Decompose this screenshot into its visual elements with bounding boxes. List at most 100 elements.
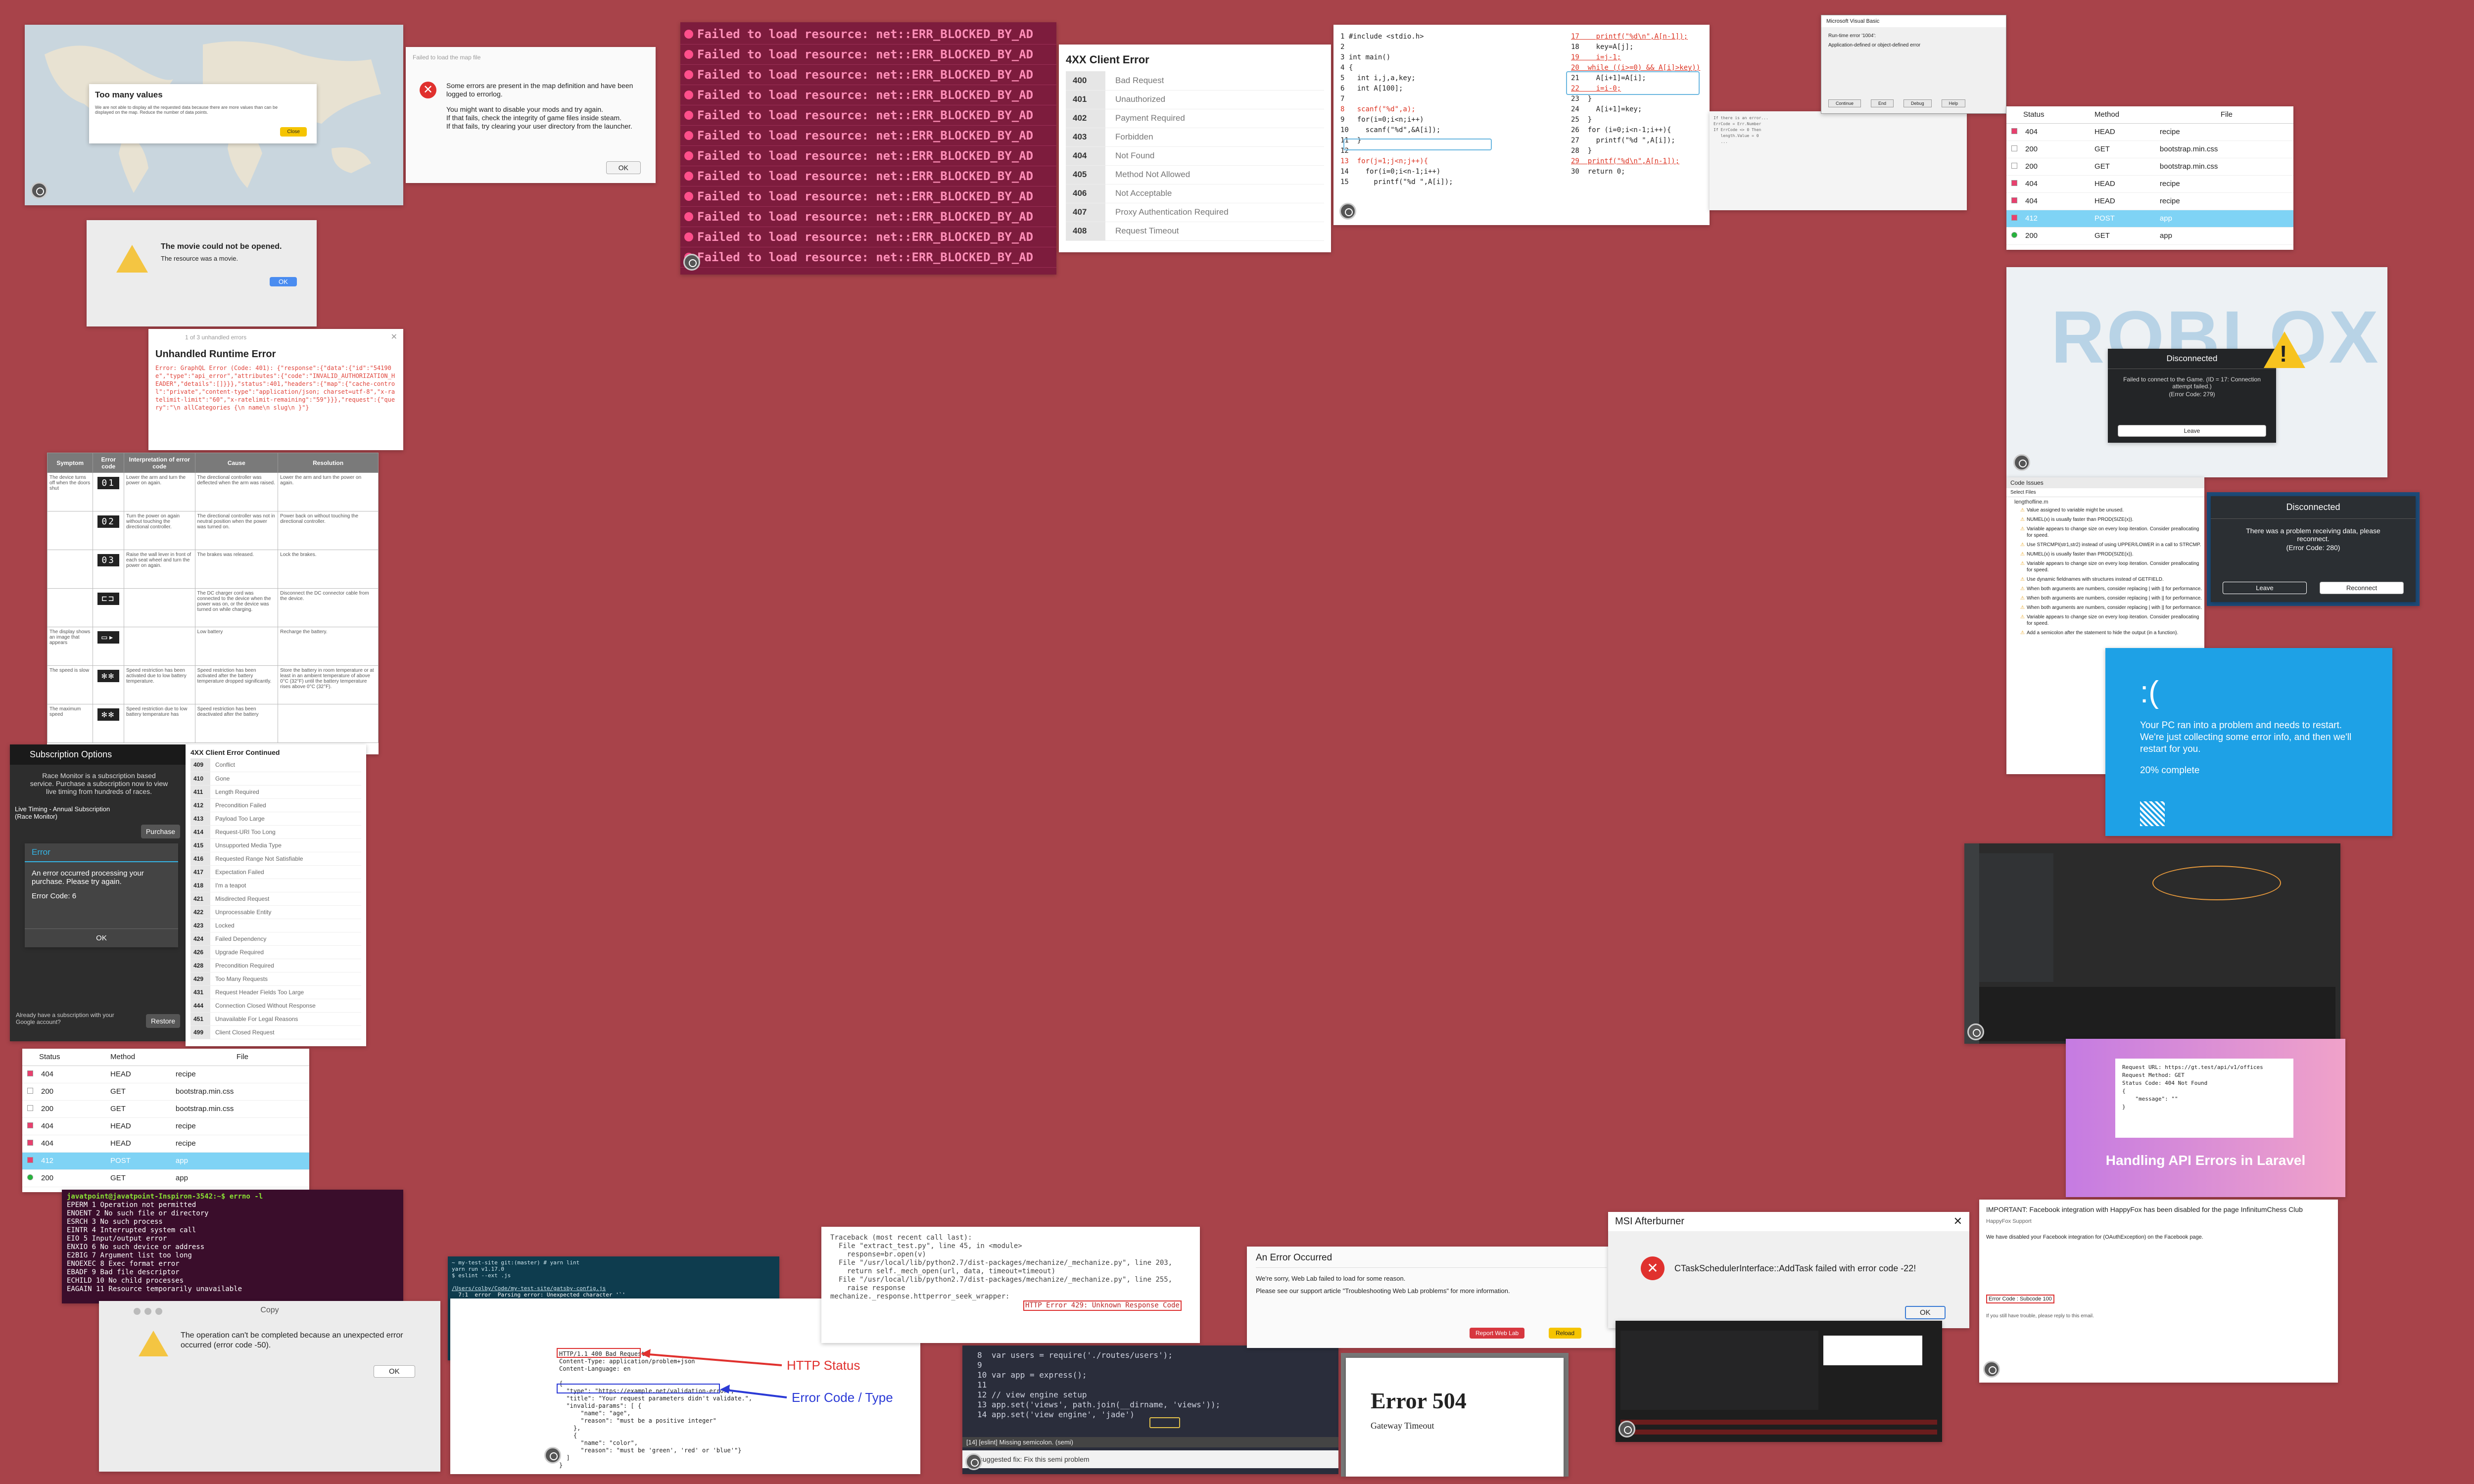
table-row[interactable]: 200 GET bootstrap.min.css [2006,158,2293,175]
traceback-line: response=br.open(v) [830,1251,926,1258]
code-line: 5 int i,j,a,key; [1340,74,1416,82]
table-cell [124,588,195,627]
issue-text: Value assigned to variable might be unus… [2026,508,2124,513]
terminal-line: ENOEXEC 8 Exec format error [67,1260,180,1268]
vba-button-continue[interactable]: Continue [1828,99,1861,107]
status-code: 412 [41,1157,54,1165]
table-row[interactable]: 200 GET app [2006,227,2293,244]
client-error-continued: 4XX Client Error Continued 409 Conflict 41… [186,744,366,1046]
code-line: 1 #include <stdio.h> [1340,33,1424,41]
dialog-header: Failed to load the map file [413,54,481,61]
table-row[interactable]: 404 HEAD recipe [2006,123,2293,140]
issue-item[interactable]: ⚠ Variable appears to change size on ever… [2020,614,2204,627]
issue-text: When both arguments are numbers, conside… [2026,596,2202,601]
table-cell: Speed restriction has been activated due… [124,665,195,704]
console-error-text: Failed to load resource: net::ERR_BLOCKE… [697,68,1034,82]
vba-button-debug[interactable]: Debug [1903,99,1932,107]
terminal-line: EBADF 9 Bad file descriptor [67,1268,180,1276]
code-line: 2 [1340,43,1345,51]
issue-item[interactable]: ⚠ Use dynamic fieldnames with structures … [2020,576,2204,583]
reload-button[interactable]: Reload [1549,1328,1582,1339]
table-row[interactable]: 200 GET app [22,1169,309,1187]
report-button[interactable]: Report Web Lab [1470,1328,1525,1339]
console-error-row: Failed to load resource: net::ERR_BLOCKE… [680,105,1056,126]
error-heading: Error 504 [1371,1388,1467,1413]
table-row: 415 Unsupported Media Type [190,838,361,852]
leave-button[interactable]: Leave [2118,425,2266,437]
issue-item[interactable]: ⚠ Variable appears to change size on ever… [2020,560,2204,573]
method-cell: HEAD [110,1070,131,1078]
dialog-title: MSI Afterburner [1608,1212,1969,1231]
ok-button[interactable]: OK [1905,1306,1946,1319]
table-row[interactable]: 404 HEAD recipe [22,1066,309,1083]
table-header-row: Status Method File [22,1049,309,1066]
table-row[interactable]: 200 GET bootstrap.min.css [22,1083,309,1100]
vba-button-help[interactable]: Help [1941,99,1966,107]
ok-button[interactable]: OK [270,277,297,286]
table-row[interactable]: 200 GET bootstrap.min.css [22,1100,309,1117]
table-cell: Speed restriction due to low battery tem… [124,704,195,743]
highlight-box [1343,139,1492,150]
traceback-line: File "extract_test.py", line 45, in <mod… [830,1242,1022,1250]
issue-item[interactable]: ⚠ NUMEL(x) is usually faster than PROD(SI… [2020,551,2204,557]
restore-button[interactable]: Restore [145,1014,180,1028]
status-code: 406 [1066,184,1105,203]
table-row[interactable]: 404 HEAD recipe [2006,192,2293,210]
close-button[interactable]: Close [280,127,307,137]
issue-item[interactable]: ⚠ When both arguments are numbers, consid… [2020,595,2204,602]
editor-code: 8 var users = require('./routes/users');… [977,1350,1220,1420]
table-row[interactable]: 404 HEAD recipe [22,1135,309,1152]
leave-button[interactable]: Leave [2223,582,2307,594]
issue-item[interactable]: ⚠ Variable appears to change size on ever… [2020,526,2204,539]
ok-button[interactable]: OK [374,1365,415,1378]
close-icon[interactable]: ✕ [391,332,397,342]
issue-item[interactable]: ⚠ Value assigned to variable might be unu… [2020,507,2204,513]
status-dot-icon [27,1105,33,1111]
table-row[interactable]: 412 POST app [2006,210,2293,227]
error-icon [684,212,693,221]
issue-item[interactable]: ⚠ When both arguments are numbers, consid… [2020,604,2204,611]
footer-text: Already have a subscription with your Go… [16,1012,114,1025]
table-row: 404 Not Found [1066,146,1324,165]
console-error-row: Failed to load resource: net::ERR_BLOCKE… [680,227,1056,247]
status-text: Payment Required [1115,113,1185,123]
ok-button[interactable]: OK [606,161,641,174]
table-row[interactable]: 412 POST app [22,1152,309,1169]
table-row: 451 Unavailable For Legal Reasons [190,1012,361,1025]
quick-fix[interactable]: suggested fix: Fix this semi problem [962,1450,1338,1468]
error-underline [1149,1417,1180,1428]
reconnect-button[interactable]: Reconnect [2320,582,2404,594]
ok-button[interactable]: OK [25,928,178,947]
client-error-list: 400 Bad Request 401 Unauthorized 402 Payment … [1066,71,1324,241]
vba-button-end[interactable]: End [1871,99,1894,107]
warning-icon [139,1331,168,1356]
traceback-highlight: HTTP Error 429: Unknown Response Code [1023,1300,1182,1311]
status-text: Client Closed Request [215,1028,275,1036]
table-row[interactable]: 200 GET bootstrap.min.css [2006,140,2293,158]
movie-error-dialog: The movie could not be opened. The resou… [87,220,317,326]
close-icon[interactable]: ✕ [1953,1215,1962,1228]
status-code: 404 [2025,180,2038,188]
code-line: 10 scanf("%d",&A[i]); [1340,126,1441,134]
purchase-button[interactable]: Purchase [141,825,180,838]
issue-item[interactable]: ⚠ NUMEL(x) is usually faster than PROD(SI… [2020,516,2204,523]
select-files[interactable]: Select Files [2006,488,2204,497]
table-row[interactable]: 404 HEAD recipe [2006,175,2293,192]
browser-page: Error 504 Gateway Timeout [1346,1358,1564,1477]
issue-item[interactable]: ⚠ Use STRCMPI(str1,str2) instead of using… [2020,542,2204,548]
issue-item[interactable]: ⚠ Add a semicolon after the statement to … [2020,630,2204,636]
status-code: 422 [190,905,210,919]
table-row[interactable]: 404 HEAD recipe [22,1117,309,1135]
code-line: 30 return 0; [1571,168,1625,176]
status-text: Locked [215,922,235,929]
error-code-display: ✻✻ [97,670,120,682]
file-cell: bootstrap.min.css [175,1105,234,1113]
issue-item[interactable]: ⚠ When both arguments are numbers, consid… [2020,586,2204,592]
code-line: 4 { [1340,64,1353,72]
dialog-title: Error [25,843,178,862]
issue-text: Add a semicolon after the statement to h… [2026,630,2179,636]
dialog-title: Disconnected [2108,349,2276,369]
status-text: Precondition Failed [215,801,266,809]
disconnected-dialog: Disconnected Failed to connect to the Ga… [2108,349,2276,443]
status-line: [14] [eslint] Missing semicolon. (semi) [962,1437,1338,1447]
